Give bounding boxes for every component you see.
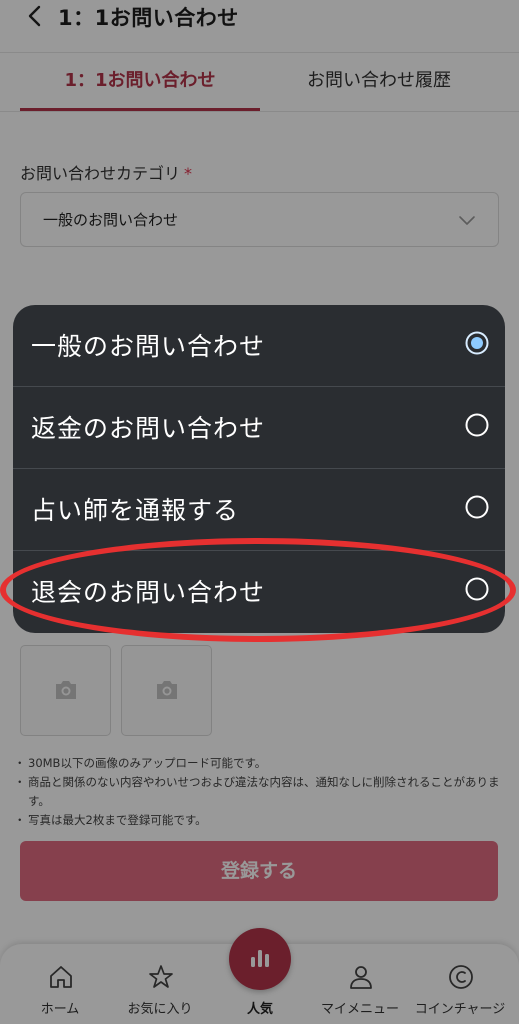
option-label: 退会のお問い合わせ <box>31 578 266 607</box>
category-option-report-fortune-teller[interactable]: 占い師を通報する <box>13 469 505 551</box>
option-label: 占い師を通報する <box>31 496 240 525</box>
radio-unselected-icon <box>465 495 489 519</box>
category-option-refund[interactable]: 返金のお問い合わせ <box>13 387 505 469</box>
option-label: 一般のお問い合わせ <box>31 332 266 361</box>
radio-unselected-icon <box>465 577 489 601</box>
category-option-general[interactable]: 一般のお問い合わせ <box>13 305 505 387</box>
category-option-withdrawal[interactable]: 退会のお問い合わせ <box>13 551 505 632</box>
radio-unselected-icon <box>465 413 489 437</box>
radio-selected-icon <box>465 331 489 355</box>
category-picker-popup: 一般のお問い合わせ 返金のお問い合わせ 占い師を通報する 退会のお問い合わせ <box>13 305 505 633</box>
option-label: 返金のお問い合わせ <box>31 414 266 443</box>
